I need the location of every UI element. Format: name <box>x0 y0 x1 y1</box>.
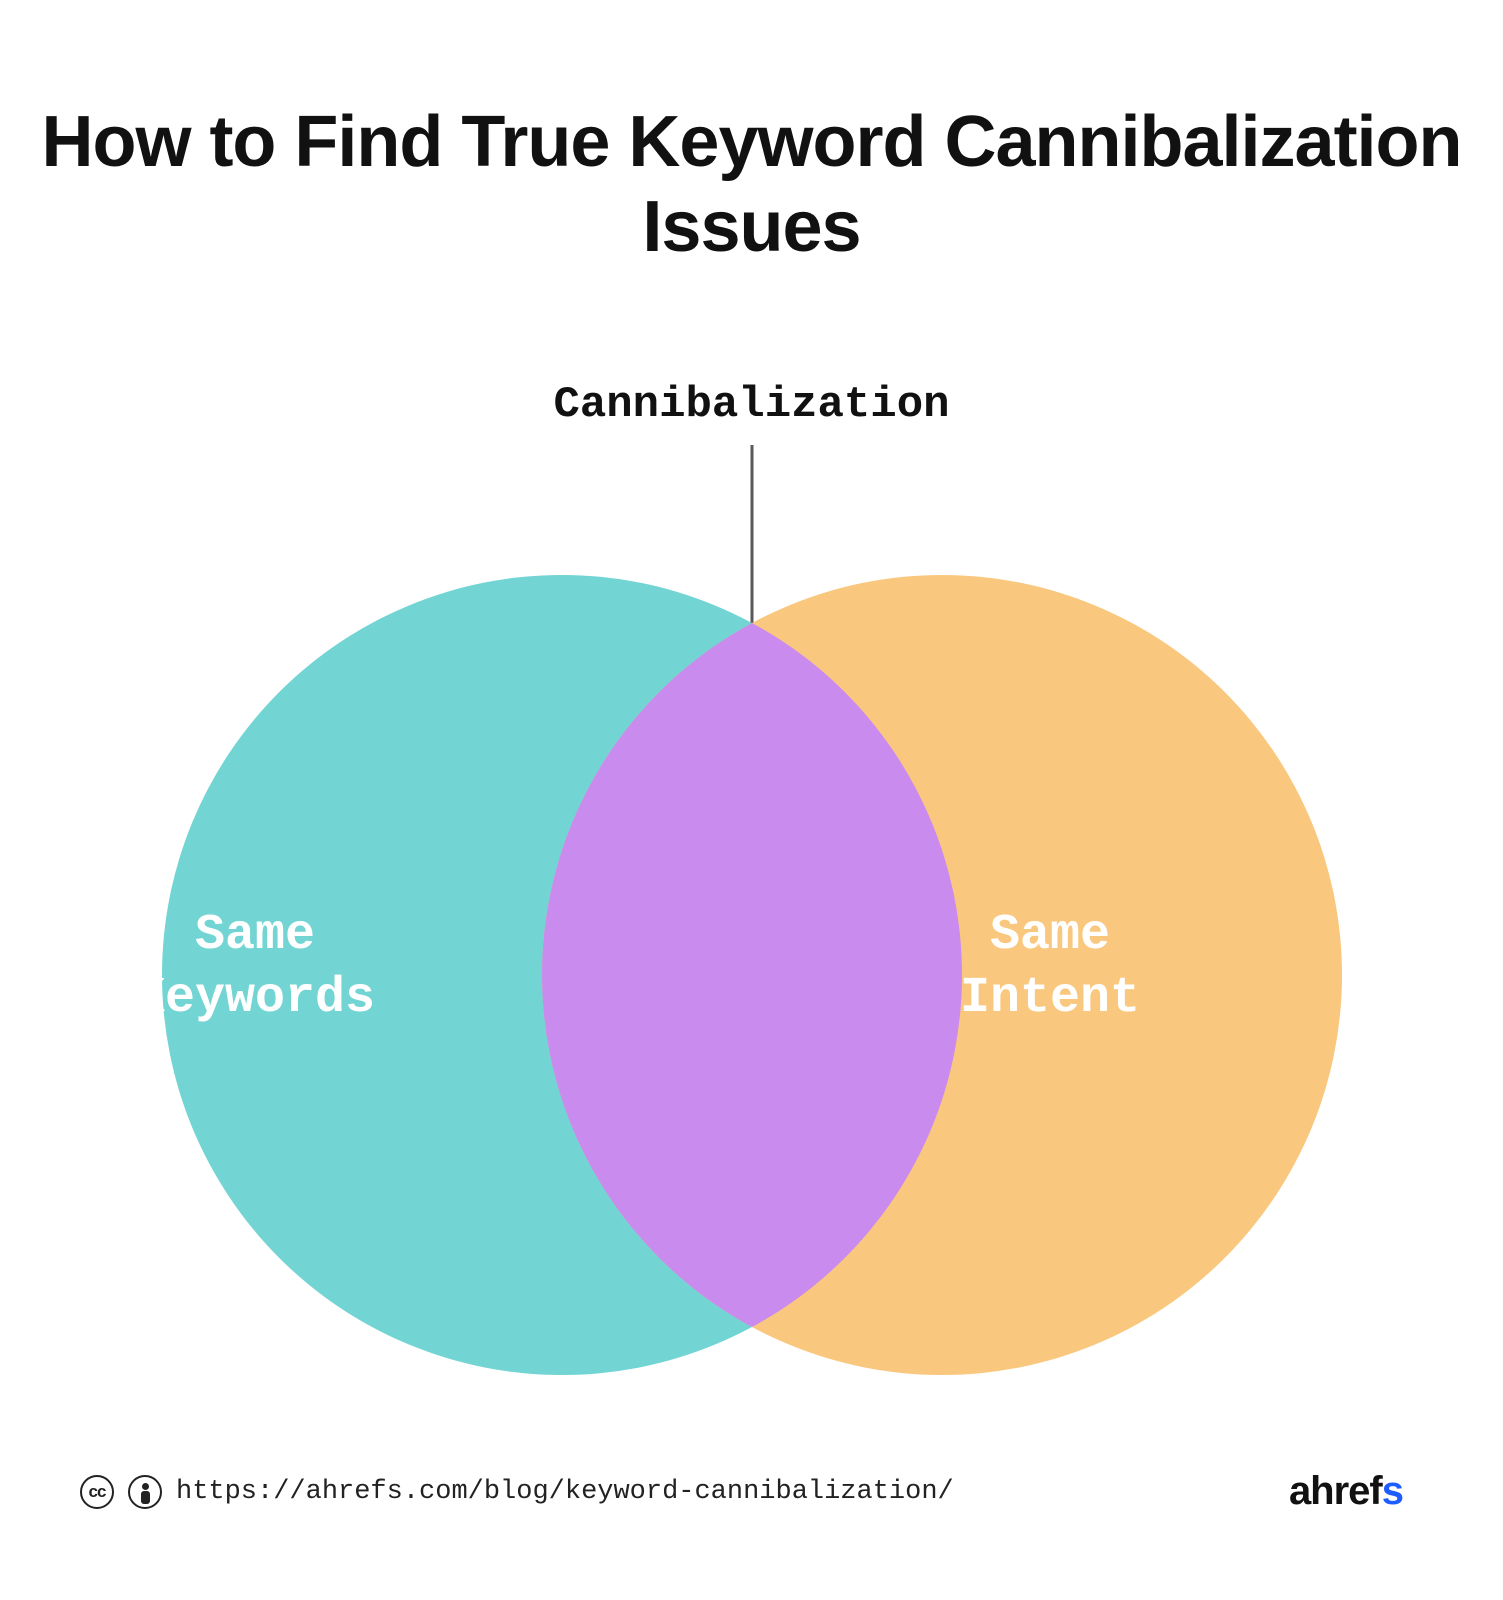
cc-by-icon <box>128 1475 162 1509</box>
venn-overlap-label: Cannibalization <box>0 380 1503 430</box>
venn-right-label: Same Intent <box>870 905 1230 1030</box>
venn-left-label: Same Keywords <box>135 905 375 1030</box>
cc-license-icon: cc <box>80 1475 114 1509</box>
brand-logo: ahrefs <box>1289 1469 1403 1514</box>
brand-part-1: ahref <box>1289 1469 1382 1513</box>
page-title: How to Find True Keyword Cannibalization… <box>0 100 1503 270</box>
venn-diagram: Same Keywords Same Intent <box>0 500 1503 1400</box>
source-url: https://ahrefs.com/blog/keyword-cannibal… <box>176 1477 954 1507</box>
footer: cc https://ahrefs.com/blog/keyword-canni… <box>80 1469 1403 1514</box>
brand-part-2: s <box>1382 1469 1403 1513</box>
infographic-canvas: How to Find True Keyword Cannibalization… <box>0 0 1503 1600</box>
footer-attribution: cc https://ahrefs.com/blog/keyword-canni… <box>80 1475 954 1509</box>
